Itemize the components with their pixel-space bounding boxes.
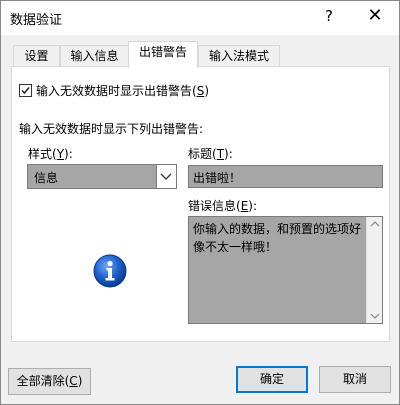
style-select-value: 信息 [34, 171, 59, 185]
style-select[interactable]: 信息 [27, 164, 177, 189]
title-input[interactable]: 出错啦！ [188, 165, 383, 188]
error-alert-panel: 输入无效数据时显示出错警告(S) 输入无效数据时显示下列出错警告: 样式(Y):… [11, 66, 390, 342]
close-button[interactable]: ✕ [363, 5, 387, 26]
tab-error-alert[interactable]: 出错警告 [128, 41, 198, 68]
error-message-scrollbar[interactable] [366, 217, 382, 323]
help-button[interactable]: ? [319, 7, 339, 25]
info-icon [92, 253, 128, 292]
tab-input-message[interactable]: 输入信息 [60, 45, 129, 67]
cancel-button[interactable]: 取消 [319, 366, 391, 393]
error-message-textarea[interactable]: 你输入的数据，和预置的选项好像不太一样哦！ [188, 216, 383, 324]
clear-all-button[interactable]: 全部清除(C) [8, 368, 91, 395]
style-label: 样式(Y): [28, 147, 73, 161]
error-message-text: 你输入的数据，和预置的选项好像不太一样哦！ [193, 222, 362, 254]
title-bar: 数据验证 ? ✕ [1, 1, 399, 35]
dialog-title: 数据验证 [10, 13, 63, 28]
chevron-down-icon[interactable] [156, 165, 176, 188]
checkmark-icon [21, 87, 30, 95]
data-validation-dialog: 数据验证 ? ✕ 设置 输入信息 出错警告 输入法模式 输入无效数据时显示出错警… [0, 0, 400, 405]
tab-settings[interactable]: 设置 [13, 45, 60, 67]
title-label: 标题(T): [188, 147, 233, 161]
section-label: 输入无效数据时显示下列出错警告: [19, 122, 204, 136]
show-alert-label[interactable]: 输入无效数据时显示出错警告(S) [36, 82, 209, 99]
ok-button[interactable]: 确定 [236, 366, 308, 393]
show-alert-checkbox[interactable] [19, 84, 32, 97]
error-message-label: 错误信息(E): [188, 199, 258, 213]
tab-ime-mode[interactable]: 输入法模式 [198, 45, 280, 67]
